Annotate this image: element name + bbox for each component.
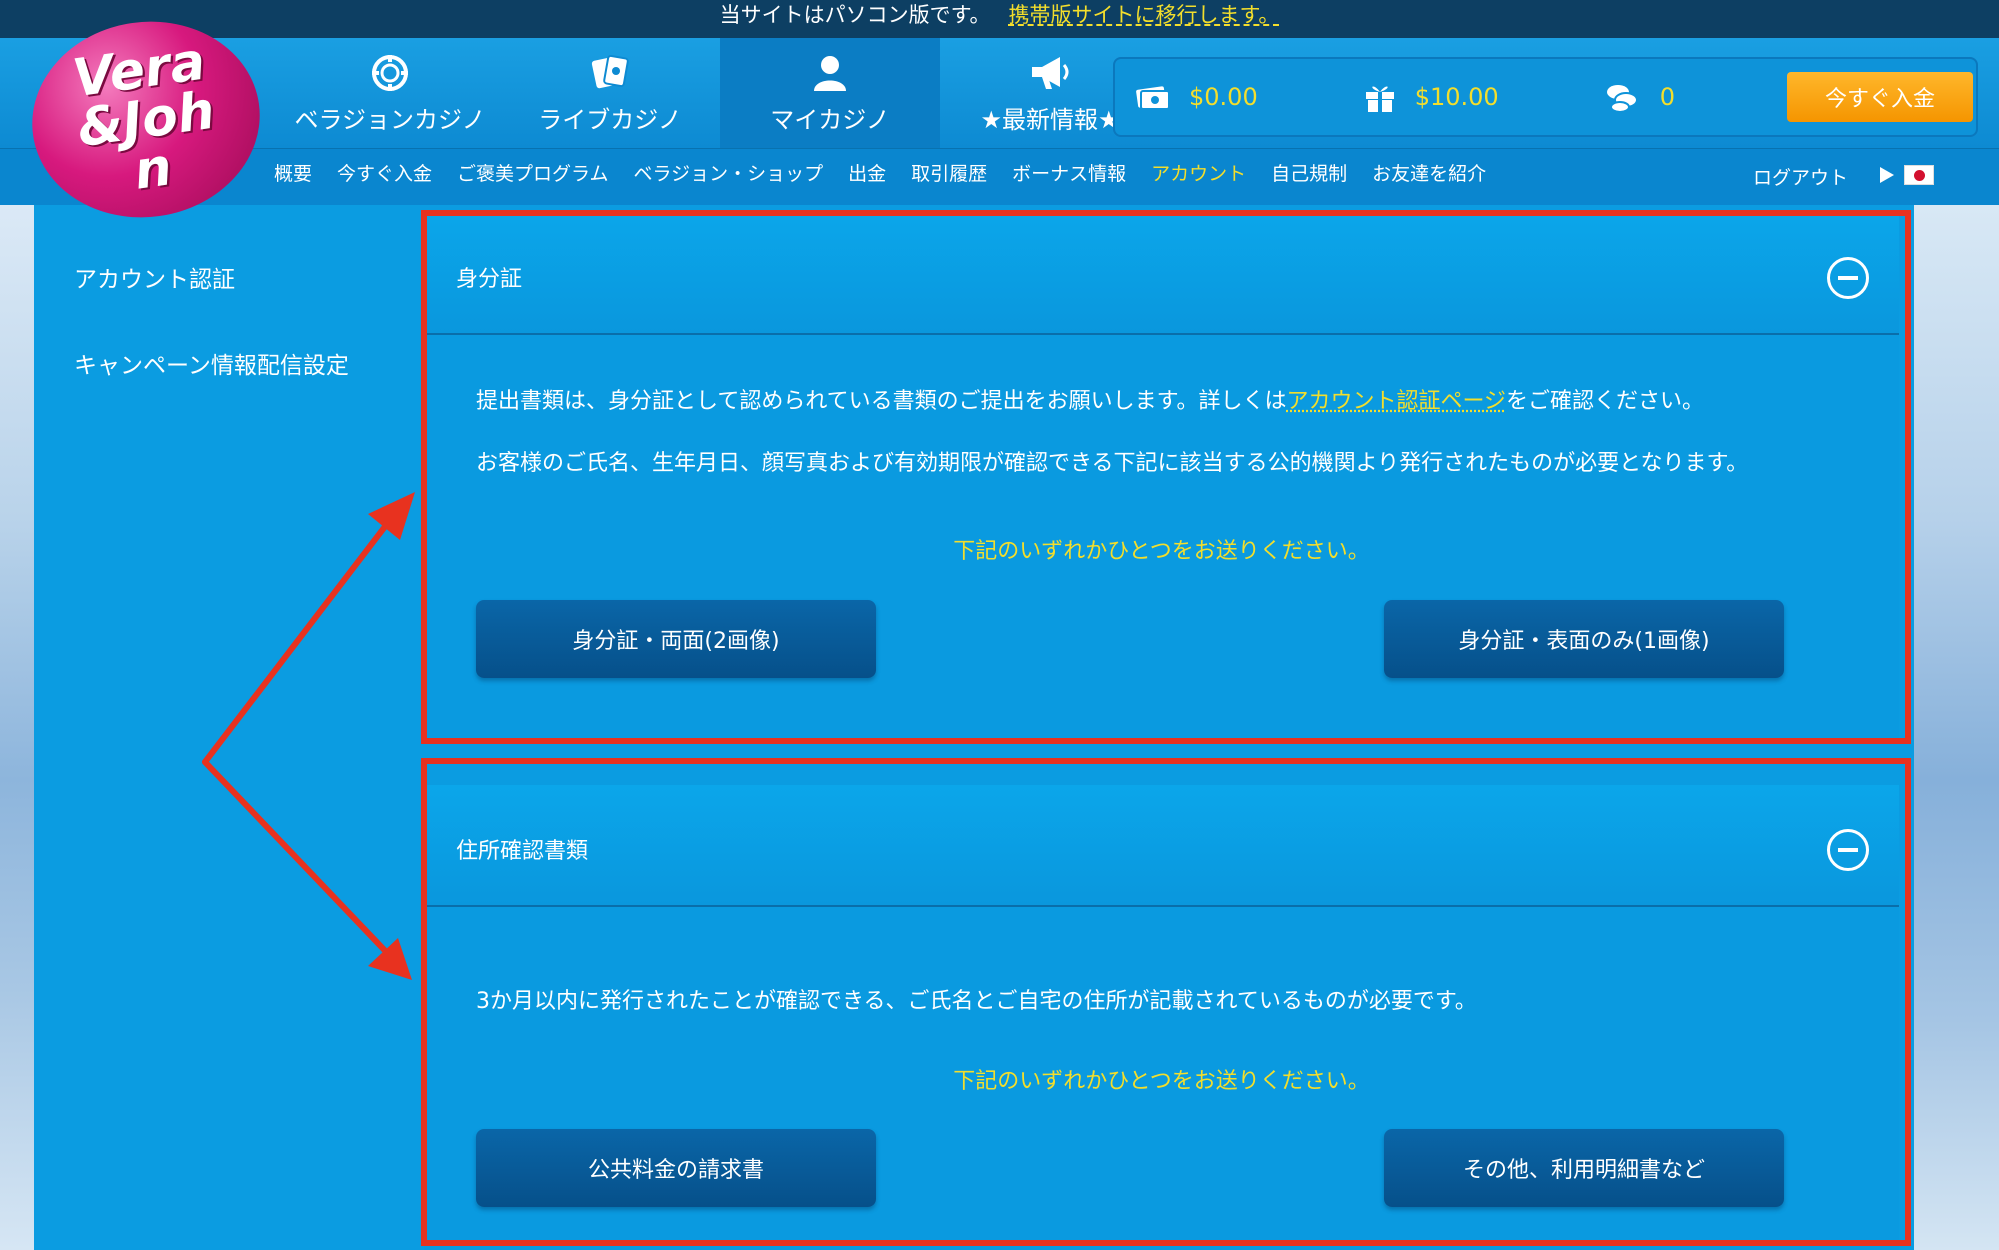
- sub-nav: 概要 今すぐ入金 ご褒美プログラム ベラジョン・ショップ 出金 取引履歴 ボーナ…: [0, 148, 1999, 205]
- nav-casino[interactable]: ベラジョンカジノ: [280, 38, 500, 148]
- id-front-only-button[interactable]: 身分証・表面のみ(1画像): [1384, 600, 1784, 678]
- utility-bill-button[interactable]: 公共料金の請求書: [476, 1129, 876, 1207]
- id-para-1-text: 提出書類は、身分証として認められている書類のご提出をお願いします。詳しくは: [476, 389, 1287, 414]
- cards-icon: [588, 52, 632, 94]
- subnav-bonus[interactable]: ボーナス情報: [1012, 159, 1126, 186]
- nav-live-casino-label: ライブカジノ: [538, 105, 682, 134]
- id-document-section: 身分証 提出書類は、身分証として認められている書類のご提出をお願いします。詳しく…: [424, 213, 1899, 738]
- id-section-title: 身分証: [456, 267, 523, 292]
- collapse-minus-icon[interactable]: [1827, 829, 1869, 871]
- mobile-site-link[interactable]: 携帯版サイトに移行します。: [1009, 3, 1280, 27]
- id-both-sides-button[interactable]: 身分証・両面(2画像): [476, 600, 876, 678]
- address-document-section: 住所確認書類 3か月以内に発行されたことが確認できる、ご氏名とご自宅の住所が記載…: [424, 785, 1899, 1250]
- address-para-1: 3か月以内に発行されたことが確認できる、ご氏名とご自宅の住所が記載されているもの…: [476, 989, 1477, 1014]
- chip-icon: [370, 52, 410, 94]
- subnav-rewards[interactable]: ご褒美プログラム: [457, 159, 608, 186]
- other-statement-button[interactable]: その他、利用明細書など: [1384, 1129, 1784, 1207]
- background-left: [0, 205, 34, 1250]
- id-para-1-end: をご確認ください。: [1506, 389, 1705, 414]
- subnav-shop[interactable]: ベラジョン・ショップ: [633, 159, 823, 186]
- subnav-withdraw[interactable]: 出金: [848, 159, 886, 186]
- cash-balance[interactable]: $0.00: [1135, 82, 1258, 112]
- id-para-2: お客様のご氏名、生年月日、顔写真および有効期限が確認できる下記に該当する公的機関…: [476, 451, 1749, 476]
- japan-flag-icon: [1904, 165, 1934, 185]
- nav-casino-label: ベラジョンカジノ: [294, 105, 486, 134]
- gift-icon: [1363, 80, 1397, 114]
- bonus-amount: $10.00: [1414, 83, 1499, 111]
- subnav-history[interactable]: 取引履歴: [911, 159, 987, 186]
- points-balance[interactable]: 0: [1604, 80, 1675, 114]
- subnav-refer-friend[interactable]: お友達を紹介: [1372, 159, 1486, 186]
- language-selector[interactable]: [1880, 165, 1934, 185]
- background-right: [1914, 205, 1999, 1250]
- account-verification-link[interactable]: アカウント認証ページ: [1286, 389, 1506, 414]
- collapse-minus-icon[interactable]: [1827, 257, 1869, 299]
- sidebar: アカウント認証 キャンペーン情報配信設定: [74, 260, 349, 432]
- sub-nav-links: 概要 今すぐ入金 ご褒美プログラム ベラジョン・ショップ 出金 取引履歴 ボーナ…: [274, 159, 1511, 186]
- cash-amount: $0.00: [1189, 83, 1258, 111]
- subnav-deposit[interactable]: 今すぐ入金: [337, 159, 432, 186]
- nav-live-casino[interactable]: ライブカジノ: [500, 38, 720, 148]
- cash-icon: [1135, 82, 1171, 112]
- main-nav: ベラジョンカジノ ライブカジノ マイカジノ ★最新情報★: [280, 38, 1160, 148]
- deposit-button[interactable]: 今すぐ入金: [1787, 72, 1973, 122]
- address-section-title: 住所確認書類: [456, 839, 589, 864]
- coins-icon: [1604, 80, 1642, 114]
- subnav-overview[interactable]: 概要: [274, 159, 312, 186]
- subnav-account[interactable]: アカウント: [1151, 159, 1246, 186]
- bonus-balance[interactable]: $10.00: [1363, 80, 1499, 114]
- points-amount: 0: [1659, 83, 1675, 111]
- notice-bar: 当サイトはパソコン版です。 携帯版サイトに移行します。: [0, 0, 1999, 38]
- address-section-header[interactable]: 住所確認書類: [424, 785, 1899, 907]
- subnav-self-limit[interactable]: 自己規制: [1271, 159, 1347, 186]
- address-note: 下記のいずれかひとつをお送りください。: [953, 1069, 1370, 1094]
- sidebar-item-campaign-settings[interactable]: キャンペーン情報配信設定: [74, 346, 349, 380]
- id-para-1: 提出書類は、身分証として認められている書類のご提出をお願いします。詳しくはアカウ…: [476, 383, 1704, 415]
- content-area: アカウント認証 キャンペーン情報配信設定 身分証 提出書類は、身分証として認めら…: [34, 205, 1914, 1250]
- notice-text: 当サイトはパソコン版です。: [719, 3, 991, 27]
- nav-my-casino-label: マイカジノ: [770, 105, 890, 134]
- id-section-header[interactable]: 身分証: [424, 213, 1899, 335]
- sidebar-item-account-verification[interactable]: アカウント認証: [74, 260, 349, 294]
- logout-link[interactable]: ログアウト: [1753, 163, 1848, 190]
- nav-my-casino[interactable]: マイカジノ: [720, 38, 940, 148]
- id-note: 下記のいずれかひとつをお送りください。: [953, 539, 1370, 564]
- nav-news-label: ★最新情報★: [980, 105, 1120, 134]
- megaphone-icon: [1028, 52, 1072, 94]
- user-icon: [810, 52, 850, 94]
- logo-text: Vera&John: [69, 31, 219, 202]
- play-arrow-icon: [1880, 167, 1894, 183]
